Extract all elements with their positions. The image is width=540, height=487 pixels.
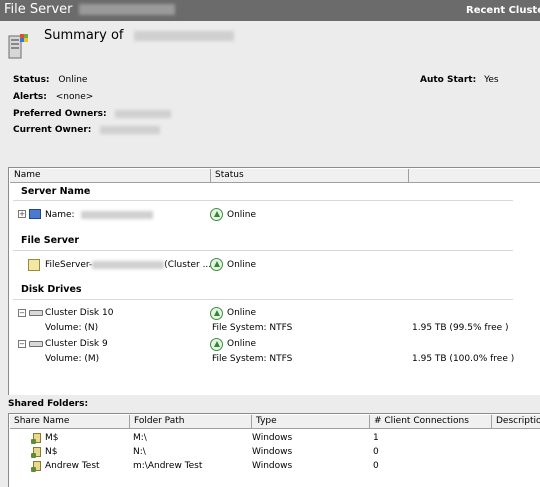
disk-10-volume: Volume: (N) bbox=[45, 323, 99, 333]
file-server-name-prefix: FileServer- bbox=[45, 260, 93, 270]
column-header-share-name[interactable]: Share Name bbox=[10, 415, 130, 429]
shared-folders-label: Shared Folders: bbox=[8, 399, 89, 409]
alerts-label: Alerts: bbox=[13, 92, 47, 102]
column-header-name[interactable]: Name bbox=[10, 169, 211, 183]
alerts-value: <none> bbox=[55, 92, 94, 102]
share-name[interactable]: N$ bbox=[45, 447, 57, 457]
column-header-folder-path[interactable]: Folder Path bbox=[130, 415, 252, 429]
current-owner-label: Current Owner: bbox=[13, 125, 92, 135]
share-folder-icon bbox=[31, 433, 41, 444]
alerts-row: Alerts: <none> bbox=[13, 92, 93, 102]
redacted-server-name bbox=[133, 30, 234, 41]
summary-panel: Summary of Status: Online Alerts: <none>… bbox=[0, 21, 540, 165]
server-icon bbox=[8, 34, 28, 59]
share-type: Windows bbox=[252, 447, 293, 457]
network-name-icon bbox=[29, 209, 41, 219]
auto-start-value: Yes bbox=[484, 75, 499, 85]
disk-9-name[interactable]: Cluster Disk 9 bbox=[45, 339, 108, 349]
disk-icon bbox=[29, 310, 43, 316]
collapse-disk-10-button[interactable]: − bbox=[18, 309, 26, 317]
group-separator bbox=[13, 250, 513, 251]
share-path: M:\ bbox=[133, 433, 147, 443]
online-arrow-icon bbox=[210, 307, 223, 320]
expand-server-name-button[interactable]: + bbox=[18, 210, 26, 218]
group-file-server: File Server bbox=[21, 235, 80, 246]
disk-9-capacity: 1.95 TB (100.0% free ) bbox=[412, 354, 515, 364]
redacted-preferred-owners bbox=[115, 109, 172, 118]
share-type: Windows bbox=[252, 433, 293, 443]
file-server-icon bbox=[28, 259, 40, 271]
window-title: File Server bbox=[4, 2, 175, 17]
column-header-description[interactable]: Description bbox=[492, 415, 540, 429]
disk-9-filesystem: File System: NTFS bbox=[212, 354, 293, 364]
group-server-name: Server Name bbox=[21, 186, 91, 197]
online-arrow-icon bbox=[210, 338, 223, 351]
summary-title: Summary of bbox=[44, 28, 234, 43]
status-row: Status: Online bbox=[13, 75, 87, 85]
status-value: Online bbox=[58, 75, 88, 85]
disk-10-status: Online bbox=[227, 308, 257, 318]
column-header-status[interactable]: Status bbox=[211, 169, 409, 183]
share-name[interactable]: M$ bbox=[45, 433, 59, 443]
auto-start-row: Auto Start: Yes bbox=[420, 75, 499, 85]
file-server-row[interactable]: FileServer- (Cluster ... bbox=[45, 260, 211, 270]
disk-10-capacity: 1.95 TB (99.5% free ) bbox=[412, 323, 509, 333]
server-name-status: Online bbox=[227, 210, 257, 220]
disk-icon bbox=[29, 341, 43, 347]
column-header-type[interactable]: Type bbox=[252, 415, 370, 429]
share-connections: 0 bbox=[373, 447, 379, 457]
window-title-text: File Server bbox=[4, 2, 73, 17]
share-name[interactable]: Andrew Test bbox=[45, 461, 100, 471]
shared-folders-table: Share Name Folder Path Type # Client Con… bbox=[8, 413, 540, 487]
recent-cluster-events-link[interactable]: Recent Cluste bbox=[466, 5, 540, 16]
share-connections: 1 bbox=[373, 433, 379, 443]
summary-title-text: Summary of bbox=[44, 28, 124, 43]
server-name-row[interactable]: Name: bbox=[45, 210, 154, 220]
title-bar: File Server Recent Cluste bbox=[0, 0, 540, 21]
redacted-cluster-name bbox=[78, 4, 175, 15]
share-path: N:\ bbox=[133, 447, 146, 457]
group-separator bbox=[13, 299, 513, 300]
preferred-owners-label: Preferred Owners: bbox=[13, 109, 107, 119]
resources-panel: Name Status Server Name + Name: Online F… bbox=[8, 167, 540, 395]
online-arrow-icon bbox=[210, 258, 223, 271]
preferred-owners-row: Preferred Owners: bbox=[13, 109, 172, 119]
file-server-name-suffix: (Cluster ... bbox=[164, 260, 212, 270]
share-folder-icon bbox=[31, 447, 41, 458]
collapse-disk-9-button[interactable]: − bbox=[18, 340, 26, 348]
server-name-label: Name: bbox=[45, 210, 75, 220]
disk-9-volume: Volume: (M) bbox=[45, 354, 100, 364]
share-type: Windows bbox=[252, 461, 293, 471]
disk-10-name[interactable]: Cluster Disk 10 bbox=[45, 308, 113, 318]
file-server-status: Online bbox=[227, 260, 257, 270]
group-disk-drives: Disk Drives bbox=[21, 284, 82, 295]
redacted-file-server-name bbox=[92, 260, 165, 269]
group-separator bbox=[13, 200, 513, 201]
auto-start-label: Auto Start: bbox=[420, 75, 477, 85]
column-header-client-connections[interactable]: # Client Connections bbox=[370, 415, 492, 429]
redacted-network-name bbox=[81, 210, 154, 219]
disk-10-filesystem: File System: NTFS bbox=[212, 323, 293, 333]
share-path: m:\Andrew Test bbox=[133, 461, 203, 471]
share-connections: 0 bbox=[373, 461, 379, 471]
share-folder-icon bbox=[31, 461, 41, 472]
redacted-current-owner bbox=[100, 125, 161, 134]
current-owner-row: Current Owner: bbox=[13, 125, 161, 135]
column-header-details[interactable] bbox=[409, 169, 540, 183]
disk-9-status: Online bbox=[227, 339, 257, 349]
status-label: Status: bbox=[13, 75, 50, 85]
online-arrow-icon bbox=[210, 208, 223, 221]
